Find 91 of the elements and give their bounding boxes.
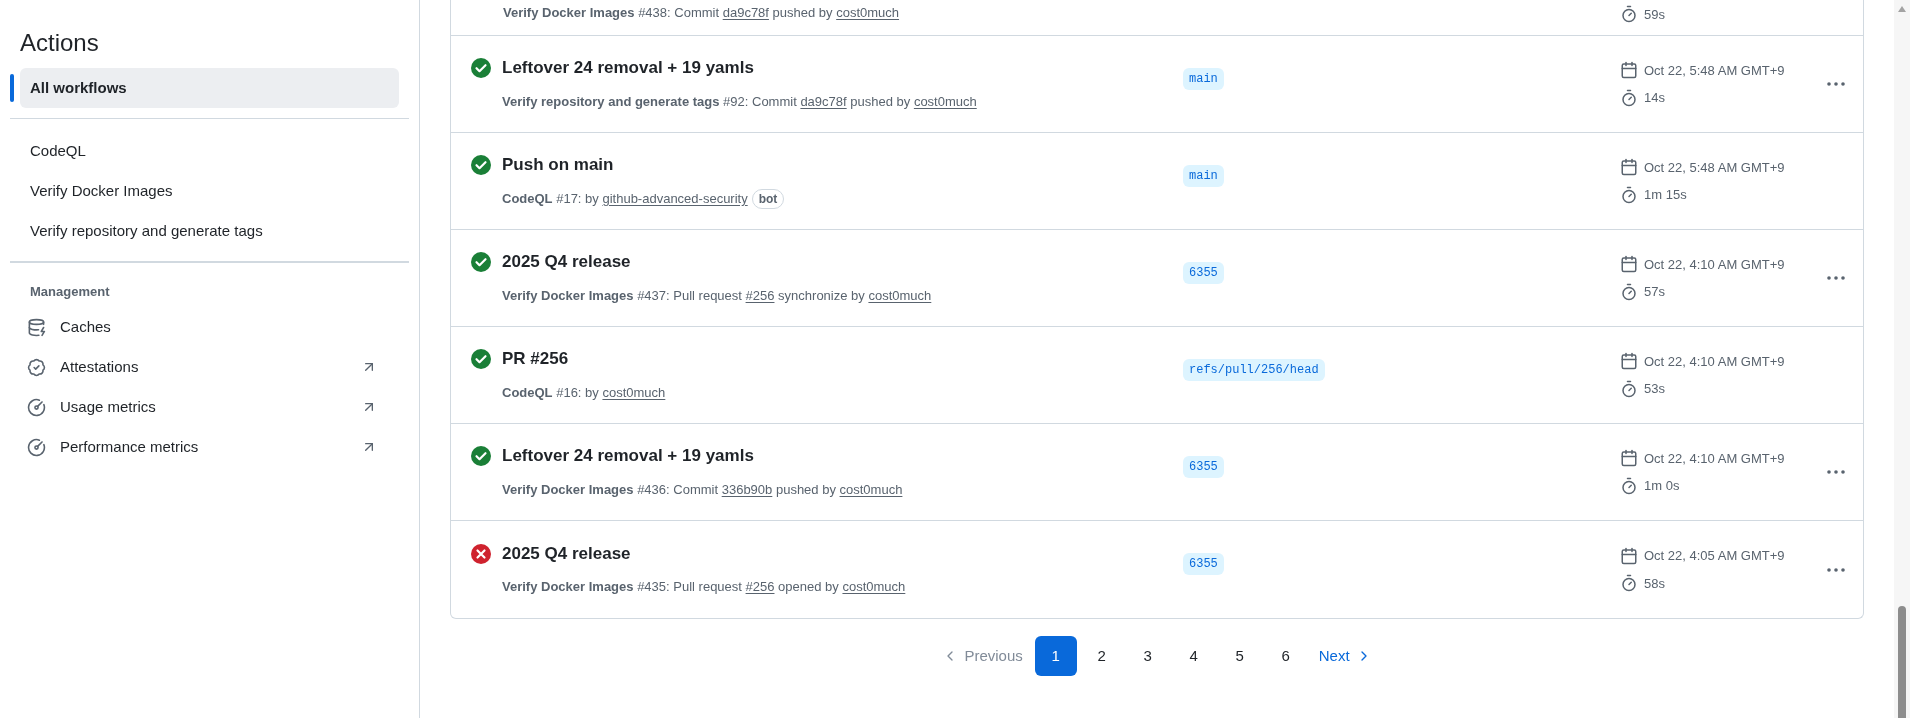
database-icon [27, 317, 46, 337]
sidebar-item[interactable]: Caches [20, 307, 399, 347]
run-date: Oct 22, 4:10 AM GMT+9 [1644, 352, 1785, 371]
stopwatch-icon [1620, 88, 1638, 107]
stopwatch-icon [1620, 574, 1638, 593]
link[interactable]: cost0much [913, 93, 977, 109]
run-date: Oct 22, 4:05 AM GMT+9 [1644, 547, 1785, 565]
run-duration: 57s [1644, 283, 1665, 301]
run-date: Oct 22, 4:10 AM GMT+9 [1644, 449, 1785, 468]
link[interactable]: #256 [745, 287, 775, 303]
gauge-icon [27, 437, 46, 457]
run-row[interactable]: 2025 Q4 release Verify Docker Images #437: Pull request #256 synchronize by cost0much 6355 Oct 22, 4:10 AM GMT+9 57s [451, 230, 1863, 327]
link[interactable]: cost0much [836, 5, 900, 20]
link[interactable]: cost0much [839, 481, 903, 497]
ellipsis-icon [1827, 567, 1845, 572]
run-title[interactable]: 2025 Q4 release [502, 540, 631, 567]
link[interactable]: da9c78f [800, 93, 847, 109]
branch-label[interactable]: 6355 [1183, 553, 1224, 575]
badge-check-icon [27, 357, 46, 377]
run-duration: 59s [1644, 5, 1665, 24]
run-duration: 53s [1644, 380, 1665, 398]
page-button[interactable]: 2 [1080, 636, 1123, 676]
ellipsis-icon [1827, 82, 1845, 86]
sidebar-item[interactable]: Verify Docker Images [20, 171, 399, 211]
run-subtitle: Verify Docker Images #435: Pull request #256 opened by cost0much [502, 579, 906, 595]
run-row[interactable]: 2025 Q4 release Verify Docker Images #435: Pull request #256 opened by cost0much 6355 Oct 22, 4:05 AM GMT+9 58s [451, 521, 1863, 618]
page-button[interactable]: 6 [1264, 636, 1307, 676]
ellipsis-icon [1827, 470, 1845, 474]
sidebar-item[interactable]: Usage metrics [20, 387, 399, 427]
sidebar-item[interactable]: Attestations [20, 347, 399, 387]
sidebar-item[interactable]: All workflows [20, 68, 399, 108]
sidebar-item[interactable]: Performance metrics [20, 427, 399, 467]
run-title[interactable]: PR #256 [502, 346, 569, 372]
run-duration: 1m 0s [1644, 477, 1680, 495]
branch-label[interactable]: main [1183, 68, 1224, 90]
calendar-icon [1620, 61, 1638, 80]
link[interactable]: 336b90b [721, 481, 773, 497]
link[interactable]: github-advanced-security [602, 190, 748, 206]
page-button[interactable]: 3 [1126, 636, 1169, 676]
run-subtitle: Verify Docker Images #438: Commit da9c78f pushed by cost0much [503, 5, 900, 20]
run-duration: 14s [1644, 89, 1665, 107]
run-date: Oct 22, 4:10 AM GMT+9 [1644, 255, 1785, 274]
link[interactable]: #256 [745, 579, 775, 595]
run-row[interactable]: Leftover 24 removal + 19 yamls Verify Docker Images #436: Commit 336b90b pushed by cost0much 6355 Oct 22, 4:10 AM GMT+9 1m 0s [451, 424, 1863, 521]
scrollbar-thumb[interactable] [1898, 606, 1906, 718]
next-button[interactable]: Next [1310, 637, 1380, 675]
link[interactable]: cost0much [842, 579, 906, 595]
run-row[interactable]: Leftover 24 removal + 19 yamls Verify repository and generate tags #92: Commit da9c78f pushed by cost0much main Oct 22, 5:48 AM GMT+9 14s [451, 36, 1863, 133]
selected-indicator [10, 74, 14, 102]
run-title[interactable]: Push on main [502, 152, 614, 178]
stopwatch-icon [1620, 185, 1638, 204]
branch-label[interactable]: main [1183, 165, 1224, 187]
run-subtitle: Verify Docker Images #436: Commit 336b90b pushed by cost0much [502, 481, 903, 497]
calendar-icon [1620, 449, 1638, 468]
link[interactable]: da9c78f [722, 5, 769, 20]
link[interactable]: cost0much [868, 287, 932, 303]
calendar-icon [1620, 352, 1638, 371]
run-title[interactable]: Leftover 24 removal + 19 yamls [502, 443, 754, 469]
sidebar-item[interactable]: CodeQL [20, 131, 399, 171]
branch-label[interactable]: 6355 [1183, 456, 1224, 478]
sidebar-item[interactable]: Verify repository and generate tags [20, 211, 399, 251]
branch-label[interactable]: refs/pull/256/head [1183, 359, 1325, 381]
run-subtitle: CodeQL #16: by cost0much [502, 384, 666, 400]
calendar-icon [1620, 255, 1638, 274]
run-date: Oct 22, 5:48 AM GMT+9 [1644, 158, 1785, 177]
run-subtitle: CodeQL #17: by github-advanced-security bot [502, 190, 785, 206]
page-button[interactable]: 4 [1172, 636, 1215, 676]
page-button[interactable]: 1 [1034, 636, 1077, 676]
link[interactable]: cost0much [602, 384, 666, 400]
run-title[interactable]: 2025 Q4 release [502, 249, 631, 275]
run-date: Oct 22, 5:48 AM GMT+9 [1644, 61, 1785, 80]
run-row[interactable]: Push on main CodeQL #17: by github-advanced-security bot main Oct 22, 5:48 AM GMT+9 1m 15s [451, 133, 1863, 230]
run-subtitle: Verify repository and generate tags #92: Commit da9c78f pushed by cost0much [502, 93, 977, 109]
scroll-up-arrow-icon[interactable] [1898, 6, 1906, 12]
run-row[interactable]: PR #256 CodeQL #16: by cost0much refs/pull/256/head Oct 22, 4:10 AM GMT+9 53s [451, 327, 1863, 424]
calendar-icon [1620, 546, 1638, 565]
branch-label[interactable]: 6355 [1183, 262, 1224, 284]
sidebar-title: Actions [20, 28, 100, 58]
ellipsis-icon [1827, 276, 1845, 280]
gauge-icon [27, 397, 46, 417]
stopwatch-icon [1620, 379, 1638, 398]
run-subtitle: Verify Docker Images #437: Pull request #256 synchronize by cost0much [502, 287, 932, 303]
run-duration: 58s [1644, 574, 1665, 593]
stopwatch-icon [1620, 282, 1638, 301]
run-title[interactable]: Leftover 24 removal + 19 yamls [502, 55, 754, 81]
page-button[interactable]: 5 [1218, 636, 1261, 676]
stopwatch-icon [1620, 5, 1638, 24]
calendar-icon [1620, 158, 1638, 177]
stopwatch-icon [1620, 476, 1638, 495]
run-duration: 1m 15s [1644, 186, 1687, 204]
section-title: Management [29, 283, 111, 302]
